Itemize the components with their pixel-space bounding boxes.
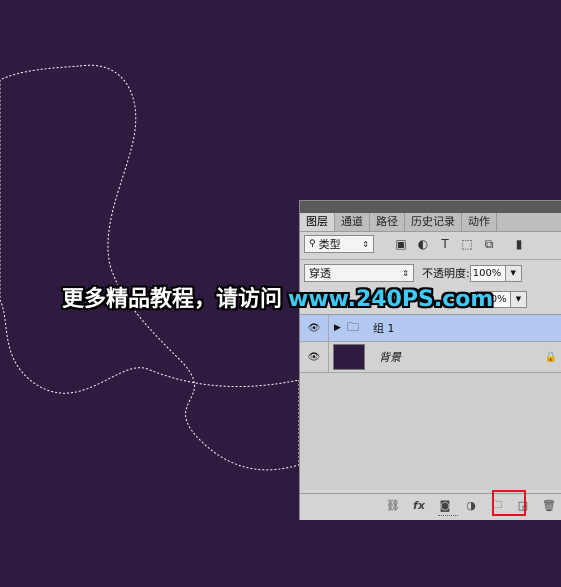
filter-kind-label: 类型 — [318, 238, 341, 251]
smart-object-filter-icon[interactable]: ⧉ — [482, 237, 496, 251]
folder-icon: 🗀 — [346, 319, 359, 334]
tab-channels[interactable]: 通道 — [335, 213, 370, 231]
panel-title-bar[interactable] — [300, 201, 561, 213]
filter-kind-select[interactable]: ⚲ 类型 ⇕ — [304, 235, 374, 253]
add-mask-icon[interactable]: ◙ — [437, 497, 453, 513]
panel-tabs: 图层 通道 路径 历史记录 动作 — [300, 213, 561, 232]
delete-icon[interactable]: 🗑 — [541, 497, 557, 513]
layer-row-group[interactable]: 👁 ▶ 🗀 组 1 — [300, 315, 561, 342]
layer-name[interactable]: 背景 — [379, 349, 401, 365]
new-group-highlight-box — [492, 490, 526, 516]
divider — [300, 259, 561, 260]
blend-mode-select[interactable]: 穿透 ⇕ — [304, 264, 414, 282]
watermark-text: 更多精品教程，请访问 — [62, 287, 283, 312]
resize-grip[interactable] — [438, 515, 458, 519]
blend-row: 穿透 ⇕ 不透明度: 100% ▼ — [304, 263, 561, 283]
search-icon: ⚲ — [309, 239, 316, 249]
shape-filter-icon[interactable]: ⬚ — [460, 237, 474, 251]
updown-arrow-icon: ⇕ — [402, 268, 409, 278]
fill-dropdown-button[interactable]: ▼ — [511, 290, 527, 308]
type-filter-icon[interactable]: T — [438, 237, 452, 251]
tab-actions[interactable]: 动作 — [462, 213, 497, 231]
watermark: 更多精品教程，请访问 www.240PS.com — [62, 281, 493, 313]
watermark-url: www.240PS.com — [288, 287, 494, 312]
filter-toggle-icon[interactable]: ▮ — [512, 237, 526, 251]
blend-mode-value: 穿透 — [309, 267, 331, 280]
fx-icon[interactable]: fx — [411, 497, 427, 513]
opacity-label: 不透明度: — [422, 267, 470, 280]
adjustment-filter-icon[interactable]: ◐ — [416, 237, 430, 251]
tab-history[interactable]: 历史记录 — [405, 213, 462, 231]
tab-layers[interactable]: 图层 — [300, 213, 335, 231]
visibility-eye-icon[interactable]: 👁 — [300, 315, 329, 341]
expand-arrow-icon[interactable]: ▶ — [334, 323, 341, 333]
layers-list: 👁 ▶ 🗀 组 1 👁 背景 🔒 — [300, 314, 561, 490]
adjustment-layer-icon[interactable]: ◑ — [463, 497, 479, 513]
opacity-input[interactable]: 100% — [469, 264, 506, 282]
layers-panel: 图层 通道 路径 历史记录 动作 ⚲ 类型 ⇕ ▣ ◐ T ⬚ ⧉ ▮ 穿透 ⇕… — [299, 200, 561, 520]
filter-row: ⚲ 类型 ⇕ ▣ ◐ T ⬚ ⧉ ▮ — [304, 234, 561, 254]
updown-arrow-icon: ⇕ — [362, 239, 369, 249]
image-filter-icon[interactable]: ▣ — [394, 237, 408, 251]
layer-row-background[interactable]: 👁 背景 🔒 — [300, 342, 561, 373]
link-layers-icon[interactable]: ⛓ — [385, 497, 401, 513]
layer-thumbnail — [333, 344, 365, 370]
lock-icon: 🔒 — [544, 351, 557, 363]
tab-paths[interactable]: 路径 — [370, 213, 405, 231]
layer-name[interactable]: 组 1 — [373, 320, 395, 336]
visibility-eye-icon[interactable]: 👁 — [300, 342, 329, 372]
filter-icons: ▣ ◐ T ⬚ ⧉ ▮ — [394, 237, 526, 252]
opacity-dropdown-button[interactable]: ▼ — [505, 264, 522, 282]
